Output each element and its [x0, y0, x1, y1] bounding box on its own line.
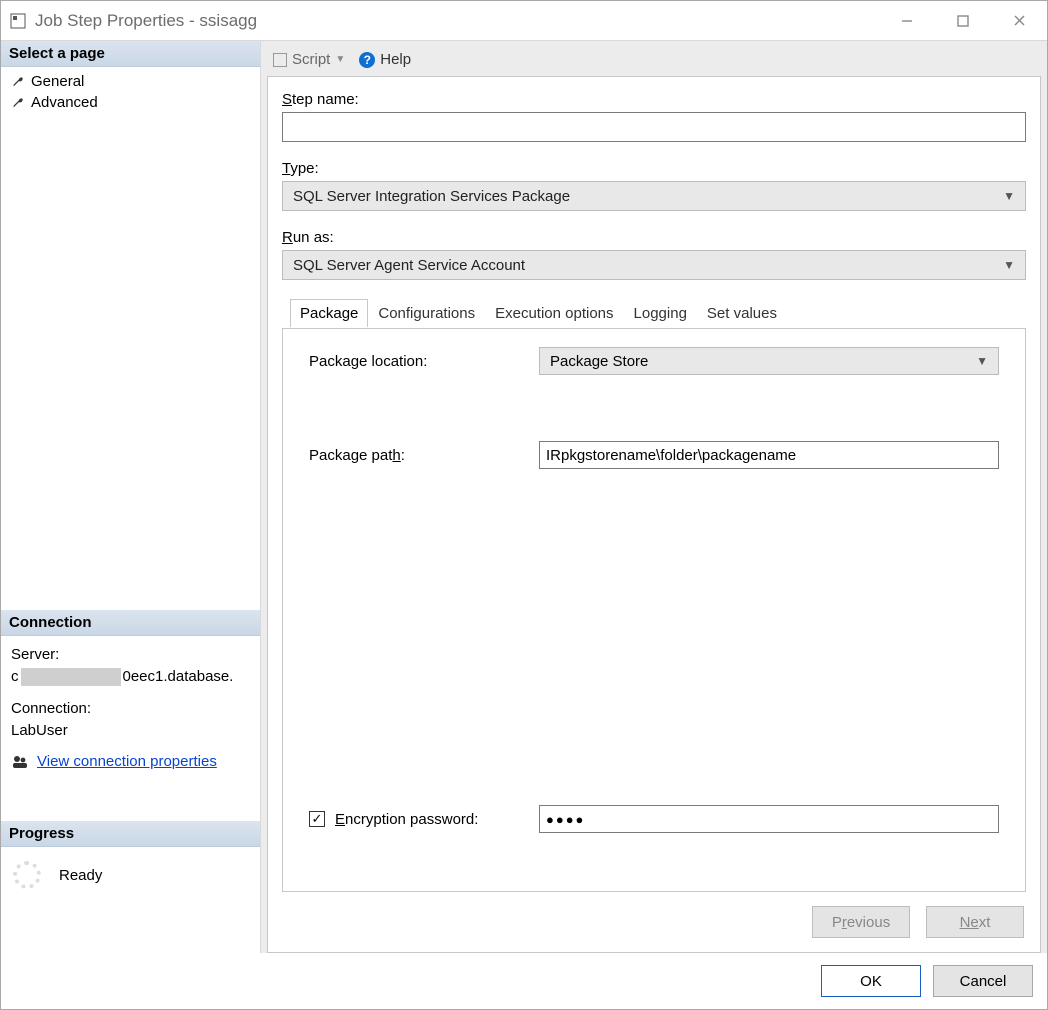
chevron-down-icon: ▼	[335, 54, 345, 65]
sidebar: Select a page General Advanced Connectio…	[1, 41, 261, 953]
encryption-checkbox[interactable]: ✓	[309, 811, 325, 827]
runas-value: SQL Server Agent Service Account	[293, 257, 525, 274]
package-location-label: Package location:	[309, 353, 539, 370]
tabs-container: Package Configurations Execution options…	[282, 328, 1026, 892]
package-location-value: Package Store	[550, 353, 648, 370]
toolbar: Script ▼ ? Help	[267, 47, 1041, 76]
progress-status: Ready	[59, 867, 102, 884]
tab-package[interactable]: Package	[290, 299, 368, 327]
package-path-label: Package path:	[309, 447, 539, 464]
people-icon	[11, 753, 29, 771]
ok-button[interactable]: OK	[821, 965, 921, 997]
chevron-down-icon: ▼	[1003, 189, 1015, 203]
server-value-masked	[21, 668, 121, 686]
tab-execution-options[interactable]: Execution options	[485, 299, 623, 327]
connection-label: Connection:	[11, 698, 250, 720]
help-label: Help	[380, 51, 411, 68]
dialog-footer: OK Cancel	[1, 953, 1047, 1009]
type-label: Type:	[282, 160, 1026, 177]
view-connection-link[interactable]: View connection properties	[37, 751, 217, 773]
step-name-input[interactable]	[282, 112, 1026, 142]
spinner-icon	[13, 861, 41, 889]
window-title: Job Step Properties - ssisagg	[35, 11, 879, 31]
server-value-suffix: 0eec1.database.	[123, 668, 234, 685]
cancel-button[interactable]: Cancel	[933, 965, 1033, 997]
close-button[interactable]	[991, 1, 1047, 40]
connection-header: Connection	[1, 610, 260, 636]
step-name-label: Step name:	[282, 91, 1026, 108]
tab-set-values[interactable]: Set values	[697, 299, 787, 327]
sidebar-item-label: General	[31, 73, 84, 90]
help-button[interactable]: ? Help	[359, 51, 411, 68]
minimize-button[interactable]	[879, 1, 935, 40]
tab-configurations[interactable]: Configurations	[368, 299, 485, 327]
main-panel: Script ▼ ? Help Step name: Type: SQL Ser…	[261, 41, 1047, 953]
script-label: Script	[292, 51, 330, 68]
package-location-combo[interactable]: Package Store ▼	[539, 347, 999, 375]
select-page-header: Select a page	[1, 41, 260, 67]
previous-button[interactable]: Previous	[812, 906, 910, 938]
tab-logging[interactable]: Logging	[624, 299, 697, 327]
titlebar: Job Step Properties - ssisagg	[1, 1, 1047, 41]
sidebar-item-label: Advanced	[31, 94, 98, 111]
server-label: Server:	[11, 644, 250, 666]
content-panel: Step name: Type: SQL Server Integration …	[267, 76, 1041, 953]
script-button[interactable]: Script ▼	[273, 51, 345, 68]
wrench-icon	[11, 96, 25, 110]
sidebar-item-advanced[interactable]: Advanced	[1, 92, 260, 113]
encryption-label: Encryption password:	[335, 811, 478, 828]
package-path-input[interactable]	[539, 441, 999, 469]
app-icon	[9, 12, 27, 30]
connection-panel: Server: c 0eec1.database. Connection: Lab…	[1, 636, 260, 781]
wizard-buttons: Previous Next	[282, 892, 1026, 946]
tabs-strip: Package Configurations Execution options…	[290, 299, 787, 327]
server-value-prefix: c	[11, 668, 19, 685]
next-button[interactable]: Next	[926, 906, 1024, 938]
type-combo[interactable]: SQL Server Integration Services Package …	[282, 181, 1026, 211]
help-icon: ?	[359, 52, 375, 68]
connection-value: LabUser	[11, 720, 250, 742]
type-value: SQL Server Integration Services Package	[293, 188, 570, 205]
window-buttons	[879, 1, 1047, 40]
runas-label: Run as:	[282, 229, 1026, 246]
encryption-password-input[interactable]: ●●●●	[539, 805, 999, 833]
script-icon	[273, 53, 287, 67]
progress-panel: Ready	[1, 847, 260, 903]
chevron-down-icon: ▼	[976, 354, 988, 368]
chevron-down-icon: ▼	[1003, 258, 1015, 272]
sidebar-item-general[interactable]: General	[1, 71, 260, 92]
runas-combo[interactable]: SQL Server Agent Service Account ▼	[282, 250, 1026, 280]
wrench-icon	[11, 75, 25, 89]
tab-content-package: Package location: Package Store ▼ Packag…	[283, 329, 1025, 891]
dialog-window: Job Step Properties - ssisagg Select a p…	[0, 0, 1048, 1010]
progress-header: Progress	[1, 821, 260, 847]
maximize-button[interactable]	[935, 1, 991, 40]
